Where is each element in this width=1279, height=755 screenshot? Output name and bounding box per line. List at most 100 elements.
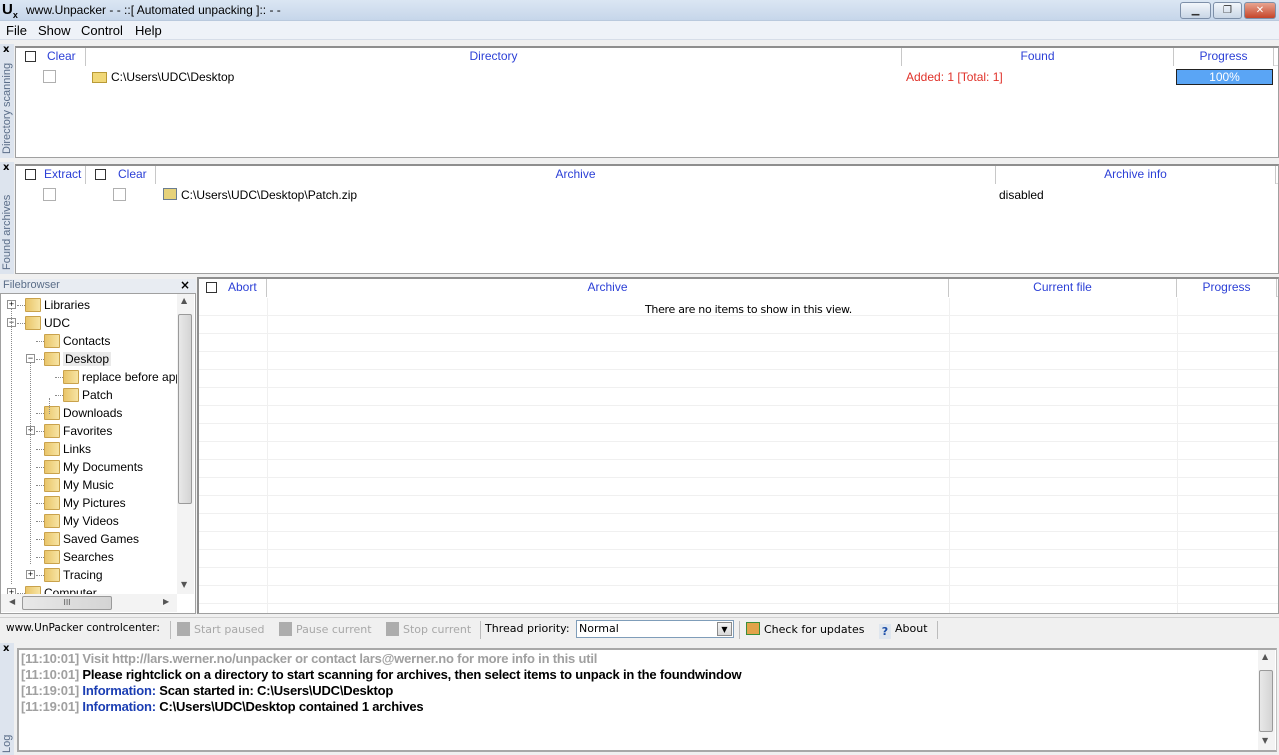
menu-control[interactable]: Control bbox=[81, 23, 123, 38]
directory-path: C:\Users\UDC\Desktop bbox=[111, 70, 235, 84]
folder-tree: + Libraries − UDC Contacts − Desktop replace be… bbox=[0, 293, 196, 614]
log-output[interactable]: [11:10:01] Visit http://lars.werner.no/u… bbox=[17, 648, 1277, 752]
start-paused-button[interactable]: Start paused bbox=[177, 622, 265, 636]
tree-item[interactable]: Saved Games bbox=[1, 530, 177, 548]
menu-show[interactable]: Show bbox=[38, 23, 71, 38]
check-updates-button[interactable]: Check for updates bbox=[746, 622, 864, 636]
grid-row-line bbox=[199, 513, 1278, 514]
header-abort[interactable]: Abort bbox=[199, 279, 267, 297]
header-archive-info[interactable]: Archive info bbox=[996, 166, 1276, 184]
minimize-button[interactable]: ▁ bbox=[1180, 2, 1211, 19]
header-archive[interactable]: Archive bbox=[267, 279, 949, 297]
tree-item[interactable]: My Documents bbox=[1, 458, 177, 476]
grid-col-line bbox=[1177, 298, 1178, 613]
tree-item[interactable]: − Desktop bbox=[1, 350, 177, 368]
tree-item-label: Libraries bbox=[44, 298, 91, 312]
log-message: Visit http://lars.werner.no/unpacker or … bbox=[82, 651, 598, 666]
abort-all-checkbox[interactable] bbox=[206, 282, 217, 293]
extract-all-checkbox[interactable] bbox=[25, 169, 36, 180]
close-panel-icon[interactable]: x bbox=[3, 162, 9, 173]
clear-checkbox[interactable] bbox=[113, 188, 126, 201]
panel-label: Log bbox=[1, 734, 13, 753]
scroll-right-icon[interactable]: ▶ bbox=[163, 597, 169, 606]
restore-button[interactable]: ❐ bbox=[1213, 2, 1242, 19]
close-button[interactable]: ✕ bbox=[1244, 2, 1276, 19]
separator bbox=[170, 621, 171, 639]
menu-help[interactable]: Help bbox=[135, 23, 162, 38]
tree-item[interactable]: Links bbox=[1, 440, 177, 458]
menu-file[interactable]: File bbox=[6, 23, 27, 38]
directory-scanning-list: Clear Directory Found Progress C:\Users\… bbox=[15, 46, 1279, 158]
scroll-up-icon[interactable]: ▲ bbox=[181, 296, 187, 305]
header-progress[interactable]: Progress bbox=[1174, 48, 1274, 66]
header-archive[interactable]: Archive bbox=[156, 166, 996, 184]
tree-line bbox=[49, 398, 50, 414]
header-directory[interactable]: Directory bbox=[86, 48, 902, 66]
header-clear[interactable]: Clear bbox=[86, 166, 156, 184]
extract-checkbox[interactable] bbox=[43, 188, 56, 201]
log-scrollbar[interactable]: ▲ ▼ bbox=[1258, 650, 1275, 750]
tree-horizontal-scrollbar[interactable]: ◀ III ▶ bbox=[1, 594, 177, 612]
scroll-thumb[interactable] bbox=[1259, 670, 1273, 732]
select-all-checkbox[interactable] bbox=[25, 51, 36, 62]
scroll-down-icon[interactable]: ▼ bbox=[181, 580, 187, 589]
tree-item-label: My Music bbox=[63, 478, 114, 492]
tree-item[interactable]: My Pictures bbox=[1, 494, 177, 512]
folder-icon bbox=[44, 352, 60, 366]
scroll-thumb[interactable] bbox=[178, 314, 192, 504]
tree-item-label: Contacts bbox=[63, 334, 111, 348]
tree-item[interactable]: + Tracing bbox=[1, 566, 177, 584]
log-message: Scan started in: C:\Users\UDC\Desktop bbox=[159, 683, 394, 698]
folder-icon bbox=[44, 406, 60, 420]
panel-label: Directory scanning bbox=[1, 62, 13, 154]
header-current-file[interactable]: Current file bbox=[949, 279, 1177, 297]
grid-row-line bbox=[199, 549, 1278, 550]
tree-item[interactable]: − UDC bbox=[1, 314, 177, 332]
close-filebrowser-icon[interactable]: × bbox=[180, 278, 190, 292]
tree-item-label: Desktop bbox=[63, 352, 112, 366]
found-count: Added: 1 [Total: 1] bbox=[906, 70, 1003, 84]
pause-current-button[interactable]: Pause current bbox=[279, 622, 372, 636]
tree-item-label: My Documents bbox=[63, 460, 144, 474]
tree-item[interactable]: + Libraries bbox=[1, 296, 177, 314]
start-paused-label: Start paused bbox=[194, 623, 265, 636]
scroll-up-icon[interactable]: ▲ bbox=[1262, 652, 1268, 661]
close-panel-icon[interactable]: x bbox=[3, 44, 9, 55]
row-checkbox[interactable] bbox=[43, 70, 56, 83]
scroll-down-icon[interactable]: ▼ bbox=[1262, 736, 1268, 745]
header-found[interactable]: Found bbox=[902, 48, 1174, 66]
separator bbox=[937, 621, 938, 639]
tree-item[interactable]: Downloads bbox=[1, 404, 177, 422]
close-panel-icon[interactable]: x bbox=[3, 643, 9, 654]
queue-grid bbox=[199, 298, 1278, 613]
scroll-left-icon[interactable]: ◀ bbox=[9, 597, 15, 606]
about-button[interactable]: ? About bbox=[879, 622, 928, 639]
tree-item[interactable]: My Music bbox=[1, 476, 177, 494]
thread-priority-select[interactable]: Normal ▼ bbox=[576, 620, 734, 638]
found-archives-sidebar: x Found archives bbox=[0, 162, 14, 274]
separator bbox=[480, 621, 481, 639]
header-clear[interactable]: Clear bbox=[16, 48, 86, 66]
tree-item[interactable]: Patch bbox=[1, 386, 177, 404]
header-extract[interactable]: Extract bbox=[16, 166, 86, 184]
grid-row-line bbox=[199, 477, 1278, 478]
stop-current-button[interactable]: Stop current bbox=[386, 622, 471, 636]
window-title: www.Unpacker - - ::[ Automated unpacking… bbox=[26, 3, 281, 17]
scroll-thumb[interactable]: III bbox=[22, 596, 112, 610]
clear-all-checkbox[interactable] bbox=[95, 169, 106, 180]
tree-item[interactable]: Contacts bbox=[1, 332, 177, 350]
header-progress[interactable]: Progress bbox=[1177, 279, 1277, 297]
folder-icon bbox=[44, 478, 60, 492]
tree-item[interactable]: My Videos bbox=[1, 512, 177, 530]
tree-item[interactable]: Searches bbox=[1, 548, 177, 566]
expand-icon[interactable]: + bbox=[26, 570, 35, 579]
tree-item[interactable]: + Favorites bbox=[1, 422, 177, 440]
grid-row-line bbox=[199, 441, 1278, 442]
progress-label: 100% bbox=[1209, 70, 1240, 84]
tree-item[interactable]: replace before app bbox=[1, 368, 182, 386]
pause-current-label: Pause current bbox=[296, 623, 372, 636]
folder-icon bbox=[44, 334, 60, 348]
chevron-down-icon[interactable]: ▼ bbox=[717, 622, 732, 636]
tree-vertical-scrollbar[interactable]: ▲ ▼ bbox=[177, 294, 194, 594]
grid-row-line bbox=[199, 603, 1278, 604]
